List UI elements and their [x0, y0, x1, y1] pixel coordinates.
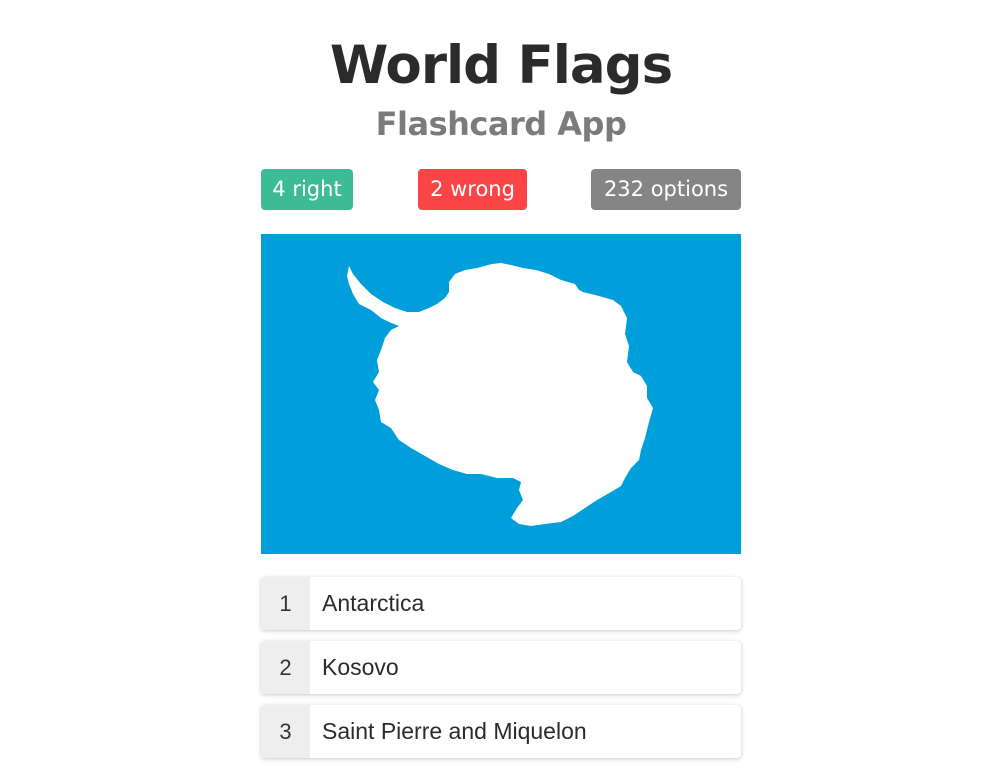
- choice-number: 3: [261, 705, 310, 758]
- antarctica-flag-icon: [261, 234, 741, 554]
- wrong-count-badge: 2 wrong: [418, 169, 527, 210]
- answer-choice-2[interactable]: 2 Kosovo: [261, 641, 741, 694]
- choice-label: Antarctica: [322, 590, 425, 616]
- answer-choice-3[interactable]: 3 Saint Pierre and Miquelon: [261, 705, 741, 758]
- flag-image: [261, 234, 741, 554]
- choice-number: 2: [261, 641, 310, 694]
- choice-label: Kosovo: [322, 654, 399, 680]
- choice-label: Saint Pierre and Miquelon: [322, 718, 587, 744]
- page-subtitle: Flashcard App: [375, 105, 627, 143]
- answer-choice-1[interactable]: 1 Antarctica: [261, 577, 741, 630]
- options-count-badge: 232 options: [591, 169, 741, 210]
- right-count-badge: 4 right: [261, 169, 353, 210]
- choice-number: 1: [261, 577, 310, 630]
- page-title: World Flags: [329, 35, 673, 96]
